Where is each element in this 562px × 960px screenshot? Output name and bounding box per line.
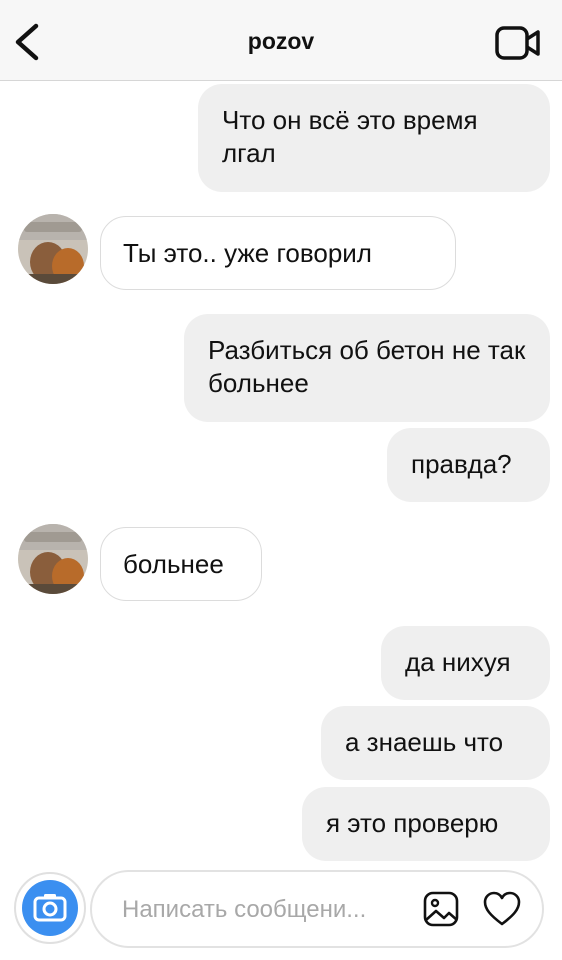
video-call-button[interactable] (494, 24, 542, 62)
message-outgoing[interactable]: Разбиться об бетон не так больнее (184, 314, 550, 422)
message-text: правда? (411, 449, 512, 479)
avatar-photo (18, 214, 88, 284)
chat-header: pozov (0, 0, 562, 81)
message-input[interactable]: Написать сообщени... (122, 896, 366, 924)
camera-button-fill (22, 880, 78, 936)
message-text: а знаешь что (345, 727, 504, 757)
heart-icon (483, 891, 521, 926)
gallery-button[interactable] (422, 890, 460, 928)
message-outgoing[interactable]: правда? (387, 428, 550, 502)
avatar[interactable] (18, 524, 88, 594)
message-outgoing[interactable]: я это проверю (302, 787, 550, 861)
camera-icon (33, 894, 67, 922)
video-camera-icon (495, 26, 540, 60)
message-outgoing[interactable]: Что он всё это время лгал (198, 84, 550, 192)
avatar-photo (18, 524, 88, 594)
message-text: Что он всё это время лгал (222, 105, 478, 168)
camera-button[interactable] (14, 872, 86, 944)
message-text: да нихуя (405, 647, 511, 677)
message-incoming[interactable]: больнее (100, 527, 262, 601)
message-incoming[interactable]: Ты это.. уже говорил (100, 216, 456, 290)
message-composer[interactable]: Написать сообщени... (90, 870, 544, 948)
message-text: Разбиться об бетон не так больнее (208, 335, 526, 398)
message-text: Ты это.. уже говорил (123, 238, 372, 268)
message-text: больнее (123, 549, 224, 579)
like-button[interactable] (482, 890, 522, 928)
avatar[interactable] (18, 214, 88, 284)
message-text: я это проверю (326, 808, 499, 838)
message-outgoing[interactable]: да нихуя (381, 626, 550, 700)
gallery-icon (423, 891, 459, 927)
chat-title[interactable]: pozov (0, 28, 562, 55)
message-outgoing[interactable]: а знаешь что (321, 706, 550, 780)
